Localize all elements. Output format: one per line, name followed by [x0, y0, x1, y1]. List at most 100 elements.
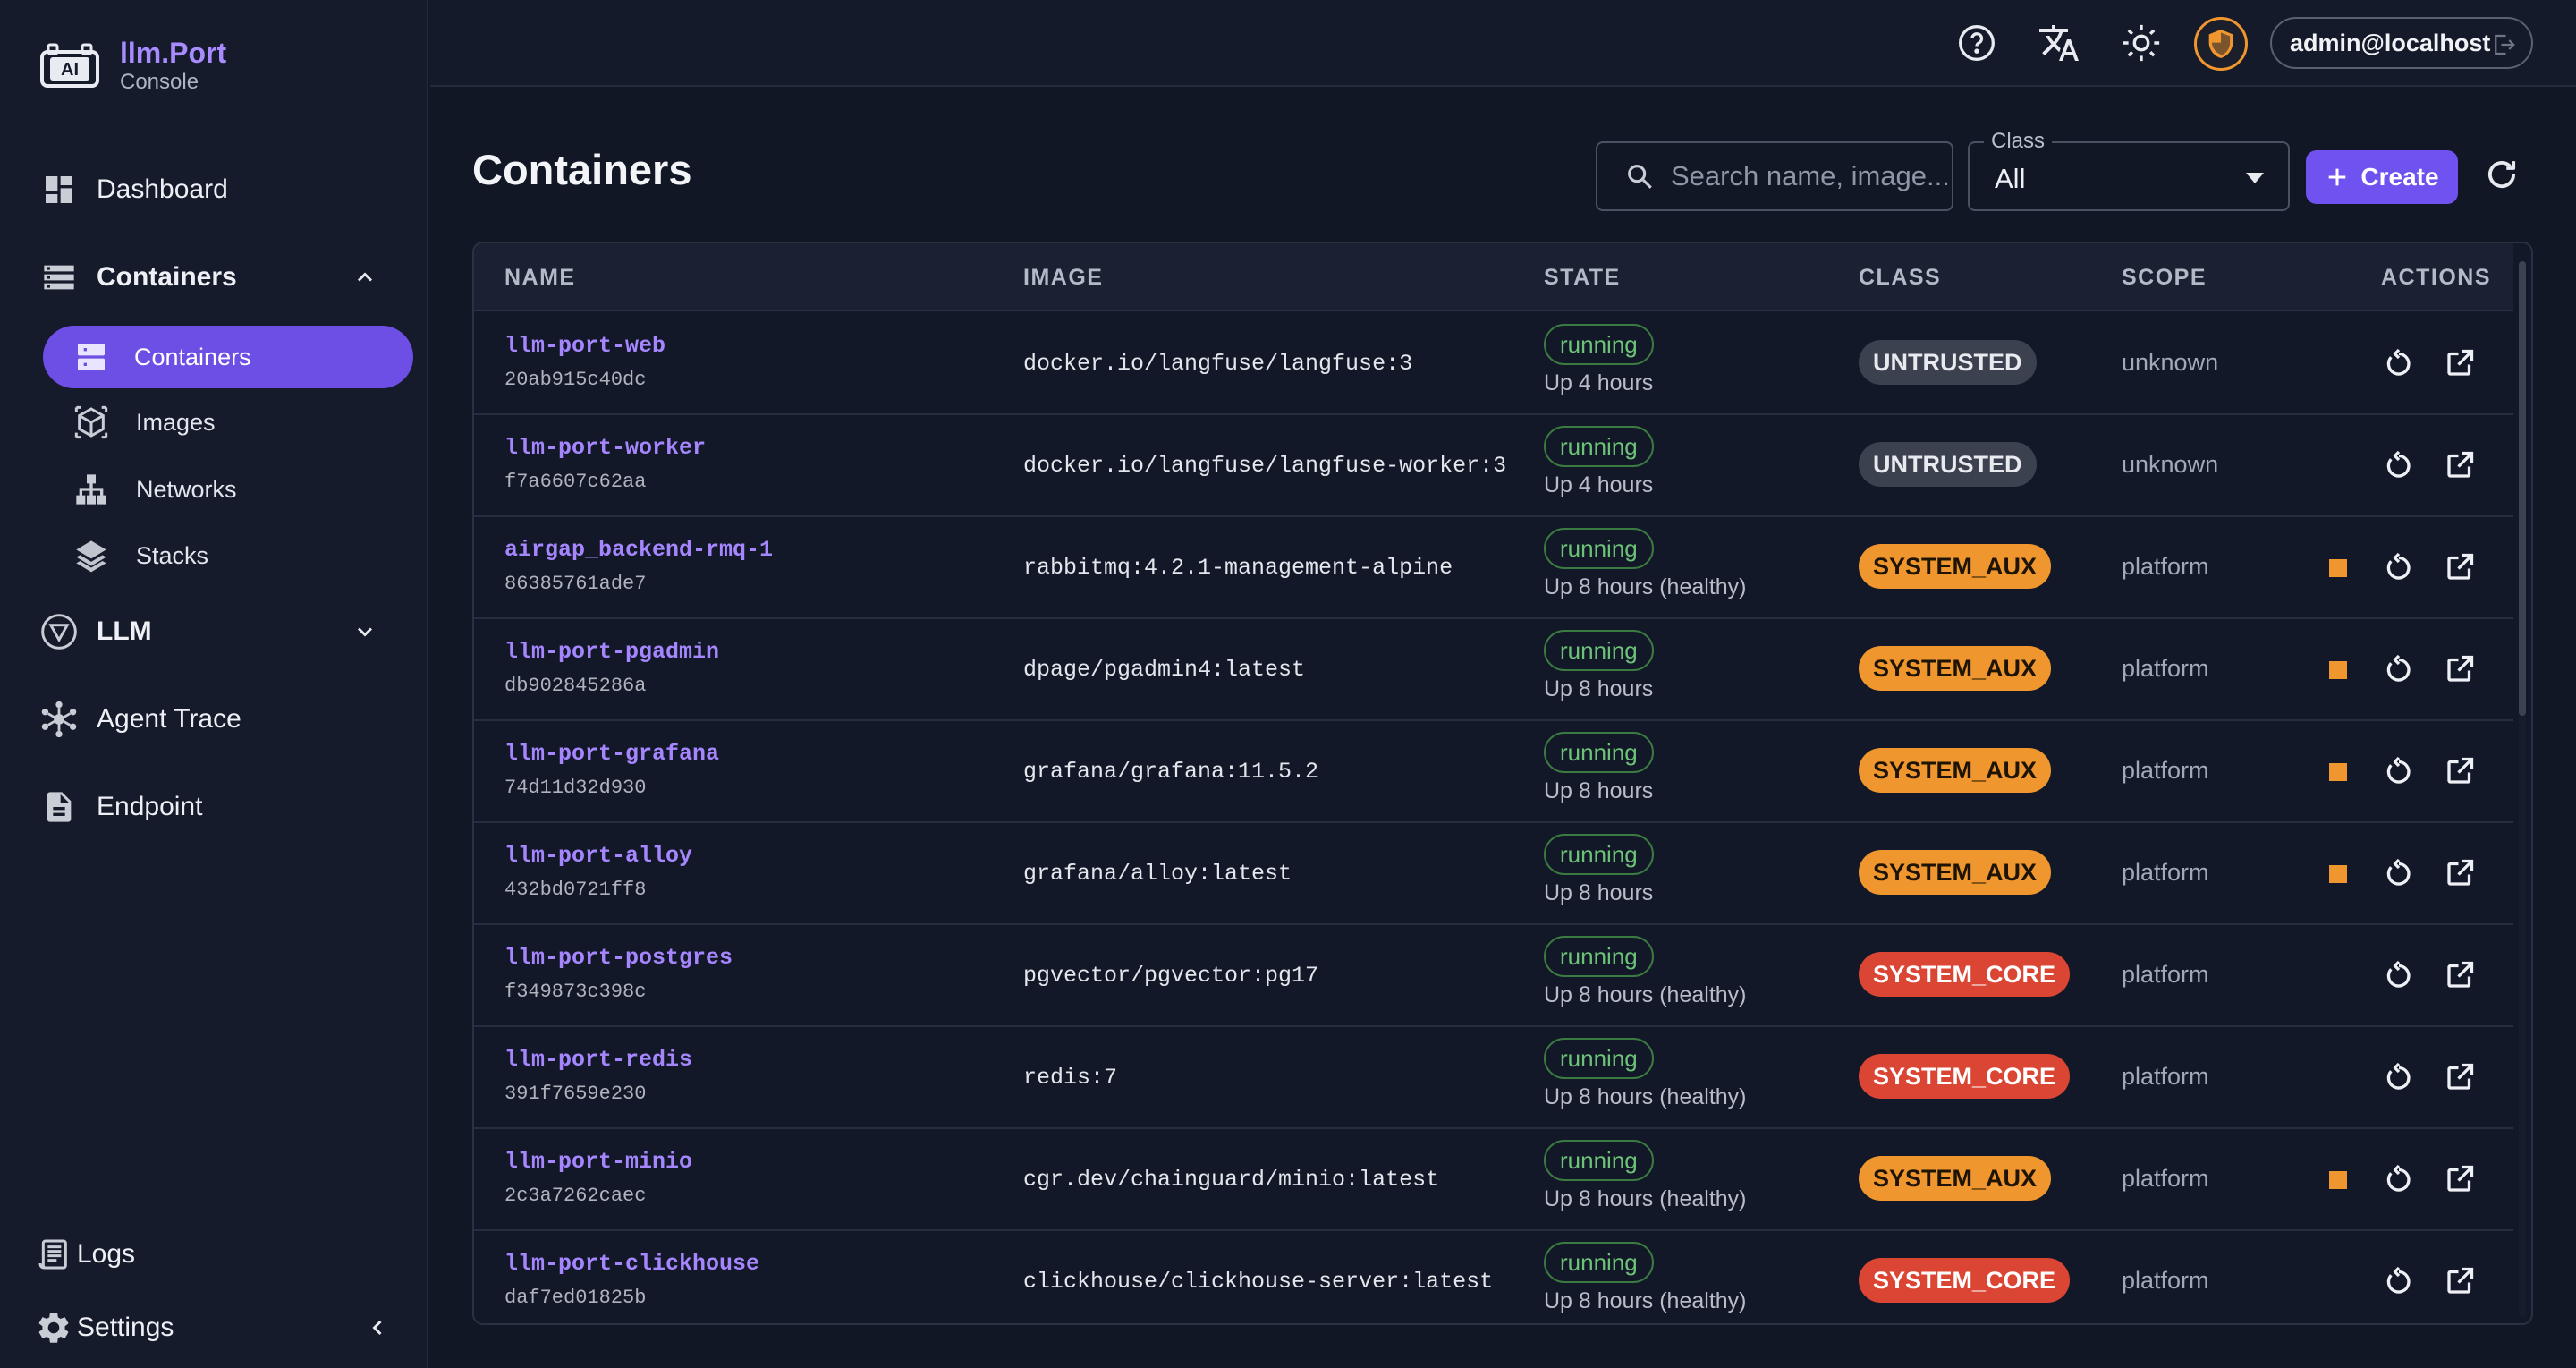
logs-icon	[34, 1235, 73, 1274]
table-header: NAME IMAGE STATE CLASS SCOPE ACTIONS	[474, 243, 2513, 311]
scope-text: unknown	[2122, 451, 2219, 478]
open-external-icon[interactable]	[2444, 857, 2476, 889]
search-input[interactable]	[1671, 160, 1952, 192]
help-icon[interactable]	[1955, 21, 1998, 64]
sidebar-subitem-label: Images	[136, 408, 216, 436]
table-row[interactable]: llm-port-alloy 432bd0721ff8 grafana/alloy:…	[474, 823, 2513, 925]
sidebar-item-label: LLM	[97, 616, 152, 646]
container-name-link[interactable]: llm-port-worker	[504, 435, 706, 461]
container-name-link[interactable]: llm-port-minio	[504, 1149, 692, 1175]
open-external-icon[interactable]	[2444, 1163, 2476, 1195]
sidebar-item-settings[interactable]: Settings	[34, 1301, 401, 1355]
container-name-link[interactable]: llm-port-clickhouse	[504, 1251, 759, 1277]
restart-icon[interactable]	[2383, 653, 2415, 685]
table-row[interactable]: llm-port-minio 2c3a7262caec cgr.dev/chaing…	[474, 1129, 2513, 1231]
sidebar-item-llm[interactable]: LLM	[39, 605, 397, 659]
brand[interactable]: AI llm.Port Console	[39, 36, 226, 95]
refresh-icon[interactable]	[2483, 156, 2521, 193]
open-external-icon[interactable]	[2444, 1265, 2476, 1297]
table-row[interactable]: llm-port-worker f7a6607c62aa docker.io/lan…	[474, 415, 2513, 517]
container-id: db902845286a	[504, 675, 647, 697]
table-row[interactable]: llm-port-web 20ab915c40dc docker.io/langfu…	[474, 313, 2513, 415]
open-external-icon[interactable]	[2444, 959, 2476, 991]
search-field[interactable]	[1596, 141, 1953, 211]
security-shield-button[interactable]	[2194, 17, 2248, 71]
stop-icon[interactable]	[2329, 1171, 2347, 1189]
storage-icon	[39, 258, 79, 297]
stop-icon[interactable]	[2329, 763, 2347, 781]
open-external-icon[interactable]	[2444, 1061, 2476, 1093]
sidebar-item-dashboard[interactable]: Dashboard	[39, 163, 228, 217]
container-id: 86385761ade7	[504, 573, 647, 595]
collapse-sidebar-icon[interactable]	[365, 1315, 390, 1340]
theme-sun-icon[interactable]	[2120, 21, 2163, 64]
search-icon	[1624, 161, 1655, 191]
chevron-up-icon[interactable]	[352, 265, 377, 290]
container-name-link[interactable]: llm-port-grafana	[504, 741, 719, 767]
container-name-link[interactable]: llm-port-web	[504, 333, 665, 359]
table-row[interactable]: llm-port-clickhouse daf7ed01825b clickhous…	[474, 1231, 2513, 1323]
scope-text: platform	[2122, 1267, 2209, 1294]
container-name-link[interactable]: airgap_backend-rmq-1	[504, 537, 773, 563]
sidebar-subitem-images[interactable]: Images	[72, 395, 216, 449]
table-row[interactable]: llm-port-postgres f349873c398c pgvector/pg…	[474, 925, 2513, 1027]
brand-subtitle: Console	[120, 70, 199, 94]
container-id: f7a6607c62aa	[504, 471, 647, 493]
sidebar-subitem-networks[interactable]: Networks	[72, 463, 237, 516]
chevron-down-icon[interactable]	[352, 619, 377, 644]
restart-icon[interactable]	[2383, 449, 2415, 481]
table-row[interactable]: llm-port-grafana 74d11d32d930 grafana/graf…	[474, 721, 2513, 823]
table-row[interactable]: llm-port-pgadmin db902845286a dpage/pgadmi…	[474, 619, 2513, 721]
sidebar-item-agent-trace[interactable]: Agent Trace	[39, 692, 242, 746]
class-badge: SYSTEM_CORE	[1859, 952, 2071, 997]
table-row[interactable]: llm-port-redis 391f7659e230 redis:7 running…	[474, 1027, 2513, 1129]
table-scrollbar-thumb[interactable]	[2519, 261, 2526, 716]
container-name-link[interactable]: llm-port-alloy	[504, 843, 692, 869]
create-button[interactable]: Create	[2306, 150, 2458, 204]
stop-icon[interactable]	[2329, 661, 2347, 679]
restart-icon[interactable]	[2383, 347, 2415, 379]
stop-icon[interactable]	[2329, 865, 2347, 883]
sidebar-subitem-stacks[interactable]: Stacks	[72, 529, 208, 582]
container-id: 432bd0721ff8	[504, 879, 647, 901]
column-header-state: STATE	[1544, 265, 1621, 290]
status-text: Up 4 hours	[1544, 370, 1654, 395]
sidebar-item-logs[interactable]: Logs	[34, 1228, 135, 1281]
restart-icon[interactable]	[2383, 1163, 2415, 1195]
table-row[interactable]: airgap_backend-rmq-1 86385761ade7 rabbitmq…	[474, 517, 2513, 619]
restart-icon[interactable]	[2383, 857, 2415, 889]
container-name-link[interactable]: llm-port-postgres	[504, 945, 733, 971]
user-menu-button[interactable]: admin@localhost	[2270, 17, 2533, 69]
status-text: Up 8 hours (healthy)	[1544, 574, 1747, 599]
stop-icon[interactable]	[2329, 559, 2347, 577]
restart-icon[interactable]	[2383, 1265, 2415, 1297]
open-external-icon[interactable]	[2444, 755, 2476, 787]
hub-icon	[39, 700, 79, 739]
restart-icon[interactable]	[2383, 755, 2415, 787]
open-external-icon[interactable]	[2444, 449, 2476, 481]
restart-icon[interactable]	[2383, 959, 2415, 991]
translate-icon[interactable]	[2038, 21, 2080, 64]
class-filter-select[interactable]: Class All	[1968, 129, 2290, 211]
user-email: admin@localhost	[2290, 29, 2491, 56]
container-name-link[interactable]: llm-port-pgadmin	[504, 639, 719, 665]
restart-icon[interactable]	[2383, 1061, 2415, 1093]
open-external-icon[interactable]	[2444, 347, 2476, 379]
sidebar-subitem-containers[interactable]: Containers	[43, 326, 413, 388]
status-text: Up 8 hours (healthy)	[1544, 1186, 1747, 1211]
sidebar-item-containers[interactable]: Containers	[39, 251, 397, 304]
sidebar: AI llm.Port Console Dashboard Containers…	[0, 0, 428, 1368]
scope-text: platform	[2122, 1165, 2209, 1192]
restart-icon[interactable]	[2383, 551, 2415, 583]
status-text: Up 8 hours (healthy)	[1544, 1084, 1747, 1109]
state-badge: running	[1544, 1038, 1654, 1079]
container-image: docker.io/langfuse/langfuse-worker:3	[1023, 453, 1507, 479]
sidebar-item-endpoint[interactable]: Endpoint	[39, 780, 202, 834]
open-external-icon[interactable]	[2444, 551, 2476, 583]
container-name-link[interactable]: llm-port-redis	[504, 1047, 692, 1073]
scope-text: platform	[2122, 859, 2209, 886]
state-badge: running	[1544, 936, 1654, 977]
class-badge: UNTRUSTED	[1859, 340, 2037, 385]
logout-icon[interactable]	[2490, 31, 2517, 58]
open-external-icon[interactable]	[2444, 653, 2476, 685]
